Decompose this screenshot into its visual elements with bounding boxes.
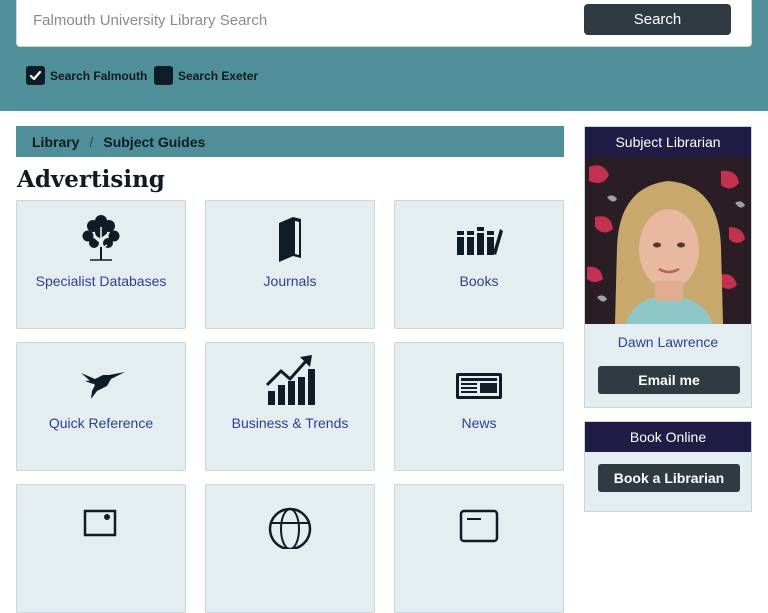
tile-specialist-databases[interactable]: Specialist Databases <box>16 200 186 329</box>
search-exeter-checkbox[interactable] <box>154 66 173 85</box>
book-librarian-button[interactable]: Book a Librarian <box>598 464 740 492</box>
journal-icon <box>279 217 301 262</box>
librarian-photo <box>585 157 751 324</box>
trend-chart-icon <box>265 355 315 405</box>
checkmark-icon <box>29 70 42 81</box>
search-falmouth-option[interactable]: Search Falmouth <box>26 66 147 85</box>
tile-label: Quick Reference <box>48 415 154 431</box>
tree-icon <box>82 215 120 261</box>
search-input[interactable] <box>31 7 555 33</box>
tile-quick-reference[interactable]: Quick Reference <box>16 342 186 471</box>
tile-books[interactable]: Books <box>394 200 564 329</box>
search-band: Search Search Falmouth Search Exeter <box>0 0 768 111</box>
tile-label: Books <box>459 273 499 289</box>
tile-more[interactable] <box>394 484 564 613</box>
tile-label: Business & Trends <box>231 415 349 431</box>
tile-label: Journals <box>263 273 317 289</box>
subject-librarian-panel: Subject Librarian Dawn Lawrence Email me <box>584 126 752 408</box>
card-icon <box>459 509 499 543</box>
subject-librarian-heading: Subject Librarian <box>585 127 751 157</box>
email-me-button[interactable]: Email me <box>598 366 740 394</box>
books-icon <box>457 227 503 255</box>
breadcrumb-current: Subject Guides <box>103 133 206 150</box>
hummingbird-icon <box>81 372 125 399</box>
tile-label: Specialist Databases <box>35 273 167 289</box>
tile-label: News <box>461 415 497 431</box>
breadcrumb: Library / Subject Guides <box>16 126 564 157</box>
tile-journals[interactable]: Journals <box>205 200 375 329</box>
book-online-panel: Book Online Book a Librarian <box>584 421 752 512</box>
tile-images[interactable] <box>16 484 186 613</box>
globe-icon <box>268 507 312 549</box>
breadcrumb-library-link[interactable]: Library <box>32 134 79 150</box>
search-falmouth-checkbox[interactable] <box>26 66 45 85</box>
breadcrumb-separator: / <box>89 133 94 150</box>
search-exeter-label: Search Exeter <box>178 68 259 83</box>
search-falmouth-label: Search Falmouth <box>50 68 148 83</box>
tile-web[interactable] <box>205 484 375 613</box>
librarian-name[interactable]: Dawn Lawrence <box>585 334 751 350</box>
search-box: Search <box>16 0 752 47</box>
tile-news[interactable]: News <box>394 342 564 471</box>
page-title: Advertising <box>17 166 165 193</box>
book-online-heading: Book Online <box>585 422 751 452</box>
search-button[interactable]: Search <box>584 4 731 35</box>
newspaper-icon <box>456 373 502 399</box>
image-icon <box>83 509 117 537</box>
search-exeter-option[interactable]: Search Exeter <box>154 66 258 85</box>
tile-business-trends[interactable]: Business & Trends <box>205 342 375 471</box>
